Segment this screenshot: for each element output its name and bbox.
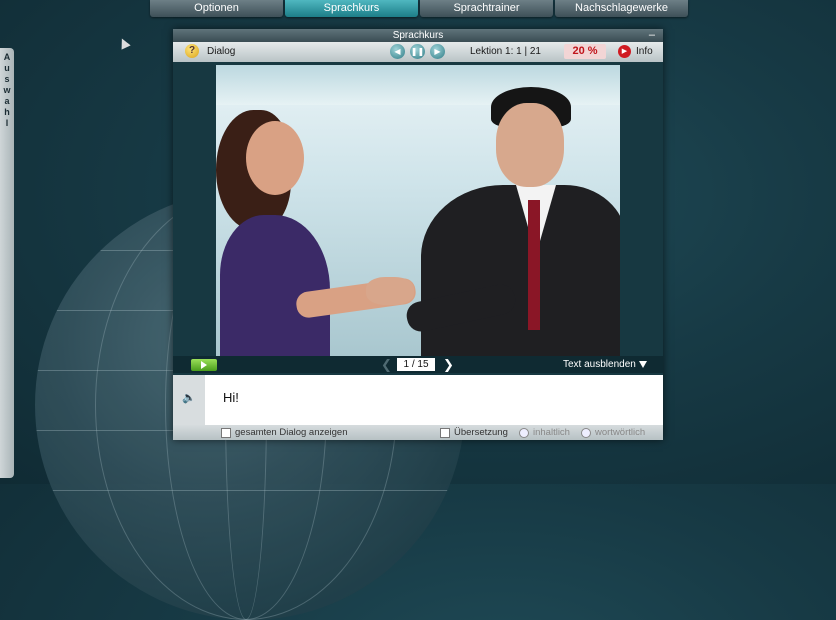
dialog-photo <box>216 65 620 356</box>
menu-sprachtrainer[interactable]: Sprachtrainer <box>420 0 553 17</box>
next-icon[interactable]: ▶ <box>430 44 445 59</box>
auswahl-label: A u s w a h l <box>3 52 11 128</box>
show-full-dialog-label: gesamten Dialog anzeigen <box>235 427 348 438</box>
inhaltlich-radio[interactable] <box>519 428 529 438</box>
play-bar: ❮ 1 / 15 ❯ Text ausblenden <box>173 356 663 373</box>
progress-badge: 20 % <box>564 44 606 59</box>
top-menu: Optionen Sprachkurs Sprachtrainer Nachsc… <box>150 0 688 17</box>
speaker-icon[interactable]: 🔈 <box>182 392 196 404</box>
auswahl-tab[interactable]: A u s w a h l <box>0 48 14 478</box>
menu-optionen[interactable]: Optionen <box>150 0 283 17</box>
dialog-text-area: 🔈 Hi! <box>173 375 663 425</box>
menu-nachschlagewerke[interactable]: Nachschlagewerke <box>555 0 688 17</box>
translation-checkbox[interactable] <box>440 428 450 438</box>
page-prev-icon[interactable]: ❮ <box>381 357 392 373</box>
dialog-line: Hi! <box>223 390 239 405</box>
window-title: Sprachkurs <box>392 30 444 41</box>
chevron-down-icon[interactable] <box>639 361 647 368</box>
show-full-dialog-checkbox[interactable] <box>221 428 231 438</box>
play-icon <box>201 361 207 369</box>
minimize-button[interactable]: – <box>649 29 655 42</box>
menu-sprachkurs[interactable]: Sprachkurs <box>285 0 418 17</box>
hide-text-toggle[interactable]: Text ausblenden <box>563 359 636 370</box>
lesson-indicator: Lektion 1: 1 | 21 <box>470 46 541 57</box>
speaker-column: 🔈 <box>173 375 205 425</box>
page-indicator[interactable]: 1 / 15 <box>397 358 435 371</box>
info-icon[interactable]: ▶ <box>618 45 631 58</box>
play-button[interactable] <box>191 359 217 371</box>
pause-icon[interactable]: ❚❚ <box>410 44 425 59</box>
translation-label: Übersetzung <box>454 427 508 438</box>
toolbar: ? Dialog ◀ ❚❚ ▶ Lektion 1: 1 | 21 20 % ▶… <box>173 42 663 62</box>
wortwoertlich-label: wortwörtlich <box>595 427 646 438</box>
info-button[interactable]: Info <box>636 46 653 57</box>
page-next-icon[interactable]: ❯ <box>443 357 454 373</box>
mouse-cursor-icon <box>117 36 131 50</box>
window-titlebar: Sprachkurs – <box>173 29 663 42</box>
bottom-options-bar: gesamten Dialog anzeigen Übersetzung inh… <box>173 425 663 440</box>
sprachkurs-window: Sprachkurs – ? Dialog ◀ ❚❚ ▶ Lektion 1: … <box>173 29 663 440</box>
wortwoertlich-radio[interactable] <box>581 428 591 438</box>
help-icon[interactable]: ? <box>185 44 199 58</box>
inhaltlich-label: inhaltlich <box>533 427 570 438</box>
section-label: Dialog <box>207 46 236 57</box>
prev-icon[interactable]: ◀ <box>390 44 405 59</box>
